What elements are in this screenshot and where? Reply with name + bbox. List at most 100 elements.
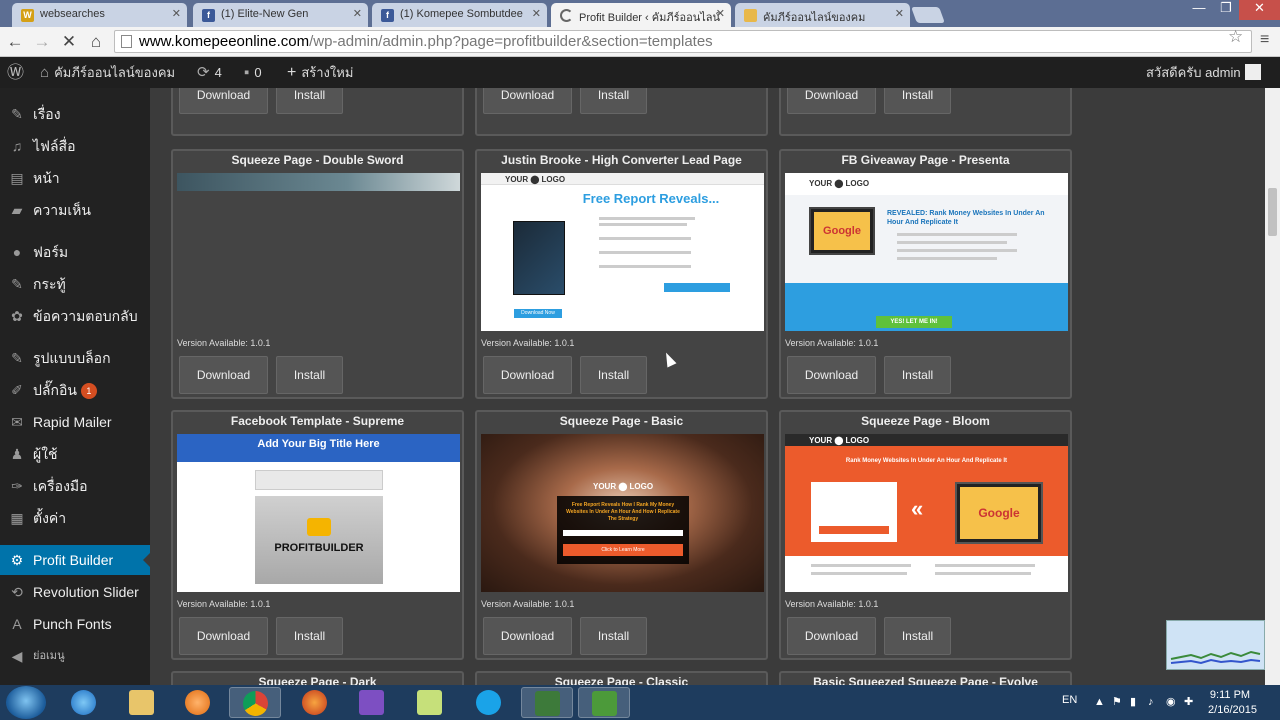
install-button[interactable]: Install: [276, 617, 343, 655]
clock-time[interactable]: 9:11 PM: [1205, 689, 1255, 701]
wordpress-logo-icon[interactable]: Ⓦ: [7, 57, 24, 88]
close-tab-icon[interactable]: ✕: [532, 7, 541, 20]
show-hidden-icons-icon[interactable]: ▲: [1094, 696, 1106, 708]
browser-tab-profit-builder[interactable]: Profit Builder ‹ คัมภีร์ออนไลน์ ✕: [551, 3, 731, 28]
site-name-link[interactable]: ⌂ คัมภีร์ออนไลน์ของคม: [40, 57, 175, 88]
page-scrollbar[interactable]: [1265, 88, 1280, 685]
menu-label: รูปแบบบล็อก: [33, 350, 111, 366]
download-button[interactable]: Download: [787, 356, 876, 394]
stop-icon[interactable]: ✕: [58, 31, 80, 53]
menu-item-plugins[interactable]: ✐ ปลั๊กอิน 1: [0, 375, 150, 405]
menu-item-comments[interactable]: ▰ ความเห็น: [0, 195, 150, 225]
install-button[interactable]: Install: [276, 88, 343, 114]
close-tab-icon[interactable]: ✕: [353, 7, 362, 20]
home-icon: ⌂: [40, 64, 50, 81]
template-thumbnail[interactable]: YOUR ⬤ LOGO Free Report Reveals... Downl…: [481, 173, 764, 331]
template-card: Basic Squeezed Squeeze Page - Evolve: [779, 671, 1072, 685]
taskbar-ie[interactable]: [58, 687, 110, 718]
download-button[interactable]: Download: [179, 617, 268, 655]
close-window-icon[interactable]: ✕: [1239, 0, 1280, 20]
install-button[interactable]: Install: [884, 88, 951, 114]
forum-icon: ✎: [11, 276, 23, 292]
close-tab-icon[interactable]: ✕: [895, 7, 904, 20]
plus-icon: +: [287, 64, 297, 81]
download-button[interactable]: Download: [483, 88, 572, 114]
menu-item-users[interactable]: ♟ ผู้ใช้: [0, 439, 150, 469]
menu-item-media[interactable]: ♫ ไฟล์สื่อ: [0, 131, 150, 161]
my-account-link[interactable]: สวัสดีครับ admin: [1146, 57, 1261, 88]
chrome-menu-icon[interactable]: ≡: [1260, 31, 1269, 49]
comments-link[interactable]: ▪ 0: [244, 57, 262, 88]
back-arrow-icon[interactable]: ←: [4, 31, 26, 53]
install-button[interactable]: Install: [580, 88, 647, 114]
menu-item-tools[interactable]: ✑ เครื่องมือ: [0, 471, 150, 501]
download-button[interactable]: Download: [179, 88, 268, 114]
template-thumbnail[interactable]: YOUR ⬤ LOGO Free Report Reveals How I Ra…: [481, 434, 764, 592]
browser-tab-komepee[interactable]: f (1) Komepee Sombutdee ✕: [372, 3, 547, 27]
taskbar-explorer[interactable]: [116, 687, 168, 718]
template-thumbnail[interactable]: Add Your Big Title Here PROFITBUILDER: [177, 434, 460, 592]
taskbar-skype[interactable]: [463, 687, 515, 718]
bookmark-star-icon[interactable]: ☆: [1228, 27, 1243, 47]
optin-box: Free Report Reveals How I Rank My Money …: [557, 496, 689, 564]
install-button[interactable]: Install: [884, 617, 951, 655]
updates-link[interactable]: ⟳ 4: [197, 57, 222, 88]
address-bar[interactable]: www.komepeeonline.com/wp-admin/admin.php…: [114, 30, 1252, 53]
tray-app2-icon[interactable]: ✚: [1184, 696, 1196, 708]
menu-item-topics[interactable]: ✎ กระทู้: [0, 269, 150, 299]
taskbar-visual-studio[interactable]: [346, 687, 398, 718]
clock-date[interactable]: 2/16/2015: [1205, 704, 1260, 716]
install-button[interactable]: Install: [276, 356, 343, 394]
install-button[interactable]: Install: [580, 356, 647, 394]
template-thumbnail[interactable]: YOUR ⬤ LOGO Rank Money Websites In Under…: [785, 434, 1068, 592]
menu-item-rapid-mailer[interactable]: ✉ Rapid Mailer: [0, 407, 150, 437]
menu-item-settings[interactable]: ▦ ตั้งค่า: [0, 503, 150, 533]
network-icon[interactable]: ▮: [1130, 696, 1142, 708]
taskbar-chrome[interactable]: [229, 687, 281, 718]
menu-item-replies[interactable]: ✿ ข้อความตอบกลับ: [0, 301, 150, 331]
taskbar-camtasia[interactable]: [521, 687, 573, 718]
menu-item-posts[interactable]: ✎ เรื่อง: [0, 99, 150, 129]
taskbar-recorder[interactable]: [578, 687, 630, 718]
download-button[interactable]: Download: [483, 356, 572, 394]
close-tab-icon[interactable]: ✕: [172, 7, 181, 20]
minimize-icon[interactable]: —: [1185, 0, 1213, 20]
new-tab-button[interactable]: [911, 7, 945, 23]
menu-item-punch-fonts[interactable]: A Punch Fonts: [0, 609, 150, 639]
browser-tab-websearches[interactable]: W websearches ✕: [12, 3, 187, 27]
browser-tab-elite[interactable]: f (1) Elite-New Gen ✕: [193, 3, 368, 27]
menu-item-profit-builder[interactable]: ⚙ Profit Builder: [0, 545, 150, 575]
install-button[interactable]: Install: [580, 617, 647, 655]
menu-item-forms[interactable]: ● ฟอร์ม: [0, 237, 150, 267]
install-button[interactable]: Install: [884, 356, 951, 394]
start-button[interactable]: [6, 686, 46, 719]
forward-arrow-icon[interactable]: →: [31, 31, 53, 53]
download-button[interactable]: Download: [483, 617, 572, 655]
volume-icon[interactable]: ♪: [1148, 696, 1160, 708]
visual-studio-icon: [359, 690, 384, 715]
new-content-link[interactable]: + สร้างใหม่: [287, 57, 353, 88]
close-tab-icon[interactable]: ✕: [716, 7, 725, 20]
template-thumbnail[interactable]: YOUR ⬤ LOGO Google REVEALED: Rank Money …: [785, 173, 1068, 331]
template-title: Squeeze Page - Basic: [559, 414, 684, 428]
template-thumbnail[interactable]: [177, 173, 460, 191]
tray-app-icon[interactable]: ◉: [1166, 696, 1178, 708]
browser-tab-komepee-online[interactable]: คัมภีร์ออนไลน์ของคม ✕: [735, 3, 910, 27]
menu-item-appearance[interactable]: ✎ รูปแบบบล็อก: [0, 343, 150, 373]
download-button[interactable]: Download: [787, 88, 876, 114]
menu-label: ข้อความตอบกลับ: [33, 308, 138, 324]
taskbar-notes[interactable]: [404, 687, 456, 718]
scrollbar-thumb[interactable]: [1268, 188, 1277, 236]
menu-item-pages[interactable]: ▤ หน้า: [0, 163, 150, 193]
taskbar-firefox[interactable]: [289, 687, 341, 718]
action-center-icon[interactable]: ⚑: [1112, 696, 1124, 708]
restore-icon[interactable]: ❐: [1213, 0, 1239, 20]
download-button[interactable]: Download: [179, 356, 268, 394]
menu-item-revolution-slider[interactable]: ⟲ Revolution Slider: [0, 577, 150, 607]
language-indicator[interactable]: EN: [1062, 694, 1077, 706]
home-icon[interactable]: ⌂: [85, 31, 107, 53]
thumb-button: Download Now: [514, 309, 562, 318]
collapse-menu-button[interactable]: ◀ ย่อเมนู: [0, 641, 150, 671]
download-button[interactable]: Download: [787, 617, 876, 655]
taskbar-media[interactable]: [172, 687, 224, 718]
